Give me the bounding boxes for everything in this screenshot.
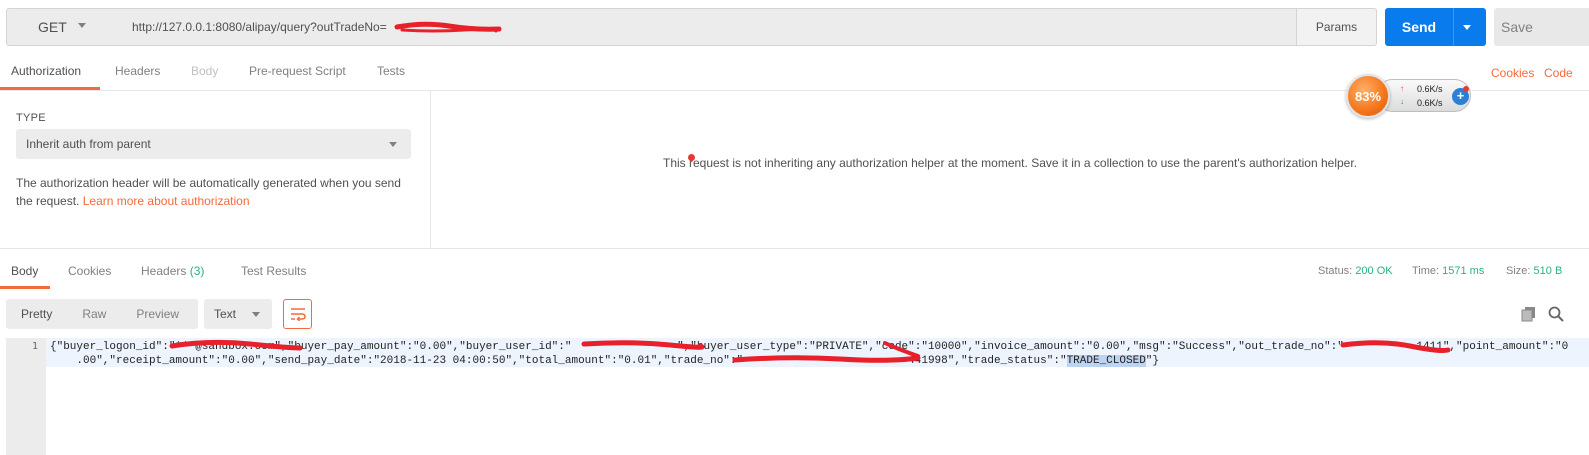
response-tabs: Body Cookies Headers (3) Test Results St… (0, 248, 1589, 290)
auth-description: The authorization header will be automat… (16, 174, 411, 210)
upload-rate: 0.6K/s (1417, 84, 1443, 94)
tab-headers[interactable]: Headers (115, 64, 160, 78)
tab-tests[interactable]: Tests (377, 64, 405, 78)
size-value: 510 B (1533, 265, 1563, 277)
json-line-2-end: "} (1145, 355, 1159, 367)
notification-dot (1463, 86, 1469, 92)
auth-type-panel: TYPE Inherit auth from parent The author… (0, 90, 431, 248)
wrap-icon (290, 308, 306, 321)
auth-message: This request is not inheriting any autho… (662, 156, 1358, 170)
time-label: Time: (1412, 265, 1440, 277)
time-info: Time: 1571 ms (1412, 265, 1484, 277)
copy-icon[interactable] (1521, 306, 1537, 322)
url-text: http://127.0.0.1:8080/alipay/query?outTr… (132, 20, 387, 34)
tab-body[interactable]: Body (191, 64, 218, 78)
wrap-lines-button[interactable] (283, 299, 312, 329)
cpu-percent: 83% (1354, 88, 1382, 104)
headers-count: (3) (189, 264, 205, 278)
params-button[interactable]: Params (1296, 8, 1377, 46)
response-json: {"buyer_logon_id":"***@sandbox.com","buy… (50, 340, 1580, 368)
pretty-button[interactable]: Pretty (6, 299, 67, 329)
search-icon[interactable] (1548, 306, 1564, 322)
red-dot-marker (688, 154, 695, 161)
code-link[interactable]: Code (1544, 66, 1573, 80)
download-rate: 0.6K/s (1417, 98, 1443, 108)
chevron-down-icon (78, 23, 86, 28)
network-speed-widget[interactable]: 83% ↑ ↓ 0.6K/s 0.6K/s + (1346, 74, 1472, 118)
response-body-editor[interactable]: 1 {"buyer_logon_id":"***@sandbox.com","b… (6, 338, 1589, 455)
tab-test-results[interactable]: Test Results (241, 264, 306, 278)
tab-response-headers[interactable]: Headers (3) (141, 264, 204, 278)
json-line-1: {"buyer_logon_id":"***@sandbox.com","buy… (50, 341, 1569, 353)
method-label: GET (38, 19, 67, 35)
chevron-down-icon (389, 142, 397, 147)
type-label: TYPE (16, 112, 46, 124)
auth-type-value: Inherit auth from parent (26, 137, 151, 151)
status-label: Status: (1318, 265, 1353, 277)
cpu-usage-ball: 83% (1346, 74, 1390, 118)
tab-authorization[interactable]: Authorization (11, 64, 81, 78)
json-line-2: .00","receipt_amount":"0.00","send_pay_d… (50, 355, 1067, 367)
line-number: 1 (31, 341, 38, 352)
status-value: 200 OK (1355, 265, 1393, 277)
chevron-down-icon (252, 312, 260, 317)
send-button[interactable]: Send (1385, 8, 1486, 46)
response-toolbar: Pretty Raw Preview Text (0, 290, 1589, 338)
view-mode-group: Pretty Raw Preview (6, 299, 198, 329)
download-arrow-icon: ↓ (1400, 97, 1404, 106)
tab-response-body[interactable]: Body (11, 264, 38, 278)
status-info: Status: 200 OK (1318, 265, 1393, 277)
format-value: Text (214, 307, 237, 321)
format-select[interactable]: Text (204, 299, 272, 329)
preview-button[interactable]: Preview (121, 299, 194, 329)
auth-type-select[interactable]: Inherit auth from parent (16, 129, 411, 159)
tab-response-cookies[interactable]: Cookies (68, 264, 111, 278)
tab-prerequest-script[interactable]: Pre-request Script (249, 64, 346, 78)
upload-arrow-icon: ↑ (1400, 84, 1404, 93)
active-response-tab-indicator (0, 286, 50, 289)
selected-text: TRADE_CLOSED (1066, 355, 1146, 367)
save-label: Save (1501, 19, 1533, 35)
size-info: Size: 510 B (1506, 265, 1562, 277)
raw-button[interactable]: Raw (67, 299, 121, 329)
send-divider (1453, 8, 1454, 46)
url-input[interactable]: http://127.0.0.1:8080/alipay/query?outTr… (121, 8, 1297, 46)
send-label: Send (1401, 19, 1437, 35)
time-value: 1571 ms (1442, 265, 1485, 277)
save-button[interactable]: Save (1494, 8, 1589, 46)
size-label: Size: (1506, 265, 1531, 277)
cookies-link[interactable]: Cookies (1491, 66, 1534, 80)
params-label: Params (1315, 20, 1358, 34)
method-select[interactable]: GET (6, 8, 122, 46)
headers-label: Headers (141, 264, 187, 278)
line-gutter: 1 (6, 338, 46, 455)
learn-more-link[interactable]: Learn more about authorization (83, 194, 250, 208)
send-options-chevron-icon[interactable] (1463, 25, 1471, 30)
request-bar: GET http://127.0.0.1:8080/alipay/query?o… (0, 0, 1589, 56)
